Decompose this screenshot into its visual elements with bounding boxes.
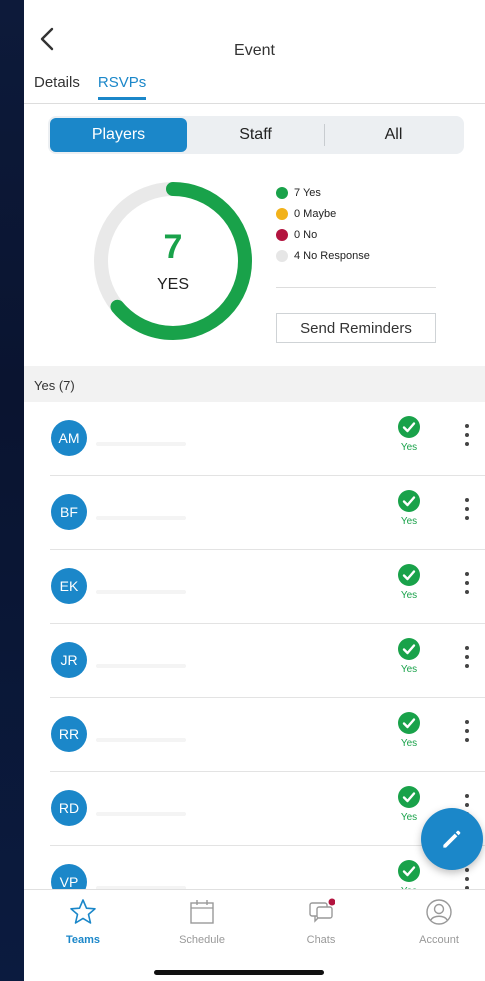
more-options-icon[interactable]	[462, 572, 472, 600]
segment-all[interactable]: All	[325, 118, 462, 152]
avatar: EK	[51, 568, 87, 604]
avatar: RR	[51, 716, 87, 752]
account-icon	[426, 899, 452, 925]
member-name	[96, 812, 186, 816]
more-options-icon[interactable]	[462, 720, 472, 748]
tab-bar: Details RSVPs	[34, 74, 147, 100]
edit-fab-button[interactable]	[421, 808, 483, 870]
maybe-dot-icon	[276, 207, 288, 220]
legend-yes: 7 Yes	[276, 182, 370, 203]
member-name	[96, 590, 186, 594]
bottom-nav: Teams Schedule Chats Account	[24, 889, 485, 981]
check-circle-icon	[398, 712, 420, 734]
calendar-icon	[190, 900, 214, 924]
more-options-icon[interactable]	[462, 646, 472, 674]
check-circle-icon	[398, 490, 420, 512]
avatar: RD	[51, 790, 87, 826]
list-item[interactable]: EK Yes	[50, 550, 485, 624]
avatar: JR	[51, 642, 87, 678]
home-indicator	[154, 970, 324, 975]
list-item[interactable]: AM Yes	[50, 402, 485, 476]
segment-players[interactable]: Players	[50, 118, 187, 152]
legend-label: 7 Yes	[294, 186, 321, 199]
member-name	[96, 664, 186, 668]
tabs-divider	[24, 103, 485, 104]
check-circle-icon	[398, 638, 420, 660]
rsvp-status: Yes	[400, 442, 418, 453]
legend-label: 4 No Response	[294, 249, 370, 262]
top-bar: Event	[24, 0, 485, 70]
member-name	[96, 738, 186, 742]
list-item[interactable]: JR Yes	[50, 624, 485, 698]
nav-schedule[interactable]: Schedule	[157, 898, 247, 946]
segment-staff[interactable]: Staff	[187, 118, 324, 152]
no-response-dot-icon	[276, 249, 288, 262]
yes-count: 7	[163, 228, 183, 266]
check-circle-icon	[398, 416, 420, 438]
nav-label: Account	[419, 934, 459, 946]
rsvp-status: Yes	[400, 590, 418, 601]
rsvp-status: Yes	[400, 516, 418, 527]
member-name	[96, 442, 186, 446]
member-list: AM Yes BF Yes EK Yes JR Yes RR Yes RD Ye…	[24, 402, 485, 920]
legend-divider	[276, 287, 436, 288]
section-header: Yes (7)	[24, 366, 485, 402]
legend-no: 0 No	[276, 224, 370, 245]
rsvp-legend: 7 Yes 0 Maybe 0 No 4 No Response	[276, 182, 370, 266]
rsvp-status: Yes	[400, 812, 418, 823]
rsvp-status: Yes	[400, 738, 418, 749]
nav-account[interactable]: Account	[394, 898, 484, 946]
check-circle-icon	[398, 786, 420, 808]
nav-label: Teams	[65, 934, 101, 946]
legend-label: 0 No	[294, 228, 318, 241]
list-item[interactable]: RR Yes	[50, 698, 485, 772]
list-item[interactable]: RD Yes	[50, 772, 485, 846]
member-name	[96, 516, 186, 520]
star-icon	[70, 899, 96, 924]
legend-label: 0 Maybe	[294, 207, 337, 220]
yes-label: YES	[156, 276, 189, 293]
no-dot-icon	[276, 228, 288, 241]
nav-chats[interactable]: Chats	[276, 898, 366, 946]
nav-teams[interactable]: Teams	[38, 898, 128, 946]
avatar: AM	[51, 420, 87, 456]
nav-label: Schedule	[179, 934, 225, 946]
pencil-icon	[443, 830, 461, 848]
check-circle-icon	[398, 860, 420, 882]
yes-dot-icon	[276, 186, 288, 199]
list-item[interactable]: BF Yes	[50, 476, 485, 550]
send-reminders-button[interactable]: Send Reminders	[276, 313, 436, 343]
app-screen: Event Details RSVPs Players Staff All 7 …	[24, 0, 485, 981]
tab-details[interactable]: Details	[34, 74, 80, 100]
check-circle-icon	[398, 564, 420, 586]
legend-no-response: 4 No Response	[276, 245, 370, 266]
more-options-icon[interactable]	[462, 424, 472, 452]
nav-label: Chats	[306, 934, 336, 946]
page-title: Event	[234, 42, 275, 59]
chat-icon	[309, 898, 335, 923]
legend-maybe: 0 Maybe	[276, 203, 370, 224]
rsvp-status: Yes	[400, 664, 418, 675]
tab-rsvps[interactable]: RSVPs	[97, 74, 147, 100]
more-options-icon[interactable]	[462, 498, 472, 526]
avatar: BF	[51, 494, 87, 530]
segmented-control: Players Staff All	[48, 116, 464, 154]
notification-dot-icon	[328, 898, 335, 906]
